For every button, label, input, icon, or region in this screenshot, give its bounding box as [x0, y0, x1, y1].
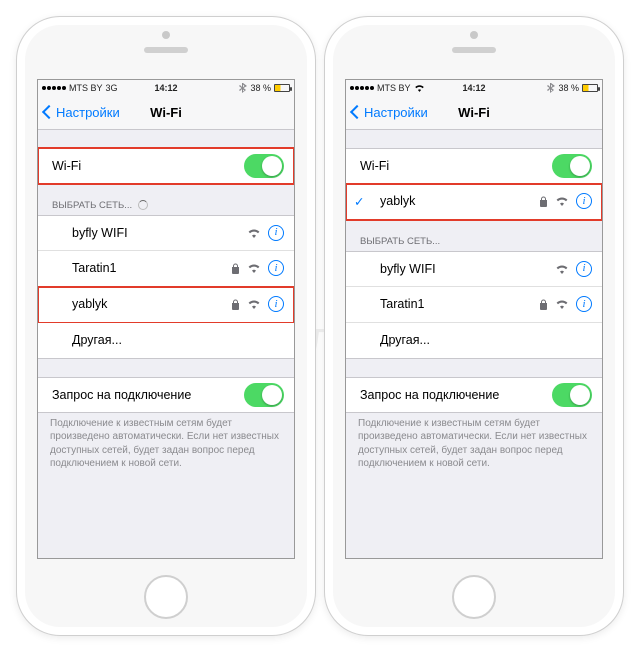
- network-row-other[interactable]: Другая...: [346, 323, 602, 359]
- ask-toggle[interactable]: [244, 383, 284, 407]
- battery-icon: [582, 84, 598, 92]
- network-other-label: Другая...: [360, 333, 592, 347]
- back-button[interactable]: Настройки: [44, 105, 120, 120]
- network-name: Taratin1: [52, 261, 231, 275]
- status-network: 3G: [106, 83, 118, 93]
- ask-footnote: Подключение к известным сетям будет прои…: [38, 413, 294, 471]
- screen-left: MTS BY 3G 14:12 38 % Настройки Wi-Fi: [37, 79, 295, 559]
- wifi-status-icon: [414, 84, 425, 92]
- network-row-other[interactable]: Другая...: [38, 323, 294, 359]
- network-info-button[interactable]: i: [268, 260, 284, 276]
- phone-camera: [470, 31, 478, 39]
- status-battery-pct: 38 %: [558, 83, 579, 93]
- network-info-button[interactable]: i: [576, 296, 592, 312]
- phone-right: MTS BY 14:12 38 % Настройки Wi-Fi: [324, 16, 624, 636]
- network-row-byfly[interactable]: byfly WIFI i: [346, 251, 602, 287]
- status-time: 14:12: [154, 83, 177, 93]
- phone-left: MTS BY 3G 14:12 38 % Настройки Wi-Fi: [16, 16, 316, 636]
- phone-camera: [162, 31, 170, 39]
- network-other-label: Другая...: [52, 333, 284, 347]
- lock-icon: [539, 196, 548, 207]
- section-choose-network: ВЫБРАТЬ СЕТЬ...: [346, 220, 602, 251]
- wifi-signal-icon: [247, 228, 261, 238]
- ask-footnote: Подключение к известным сетям будет прои…: [346, 413, 602, 471]
- back-label: Настройки: [56, 105, 120, 120]
- battery-icon: [274, 84, 290, 92]
- network-name: yablyk: [52, 297, 231, 311]
- wifi-signal-icon: [555, 264, 569, 274]
- status-bar: MTS BY 3G 14:12 38 %: [38, 80, 294, 96]
- wifi-signal-icon: [555, 196, 569, 206]
- home-button[interactable]: [144, 575, 188, 619]
- row-ask-to-join[interactable]: Запрос на подключение: [346, 377, 602, 413]
- back-button[interactable]: Настройки: [352, 105, 428, 120]
- bluetooth-icon: [547, 83, 555, 93]
- home-button[interactable]: [452, 575, 496, 619]
- network-name: Taratin1: [360, 297, 539, 311]
- row-wifi-toggle[interactable]: Wi-Fi: [346, 148, 602, 184]
- wifi-signal-icon: [555, 299, 569, 309]
- status-carrier: MTS BY: [69, 83, 103, 93]
- section-choose-network: ВЫБРАТЬ СЕТЬ...: [38, 184, 294, 215]
- nav-title: Wi-Fi: [458, 105, 490, 120]
- checkmark-icon: ✓: [354, 194, 364, 209]
- network-info-button[interactable]: i: [576, 261, 592, 277]
- spinner-icon: [138, 200, 148, 210]
- network-name: byfly WIFI: [52, 226, 247, 240]
- phone-speaker: [144, 47, 188, 53]
- wifi-signal-icon: [247, 299, 261, 309]
- signal-dots-icon: [42, 86, 66, 90]
- status-carrier: MTS BY: [377, 83, 411, 93]
- nav-title: Wi-Fi: [150, 105, 182, 120]
- chevron-left-icon: [42, 105, 56, 119]
- settings-content: Wi-Fi ВЫБРАТЬ СЕТЬ... byfly WIFI i Tarat…: [38, 130, 294, 558]
- network-name: yablyk: [360, 194, 539, 208]
- ask-label: Запрос на подключение: [52, 388, 244, 402]
- screen-right: MTS BY 14:12 38 % Настройки Wi-Fi: [345, 79, 603, 559]
- network-name: byfly WIFI: [360, 262, 555, 276]
- lock-icon: [539, 299, 548, 310]
- status-bar: MTS BY 14:12 38 %: [346, 80, 602, 96]
- ask-label: Запрос на подключение: [360, 388, 552, 402]
- wifi-toggle[interactable]: [552, 154, 592, 178]
- network-info-button[interactable]: i: [268, 296, 284, 312]
- phone-speaker: [452, 47, 496, 53]
- wifi-toggle[interactable]: [244, 154, 284, 178]
- row-wifi-label: Wi-Fi: [360, 159, 552, 173]
- status-battery-pct: 38 %: [250, 83, 271, 93]
- network-info-button[interactable]: i: [268, 225, 284, 241]
- row-ask-to-join[interactable]: Запрос на подключение: [38, 377, 294, 413]
- lock-icon: [231, 299, 240, 310]
- row-wifi-toggle[interactable]: Wi-Fi: [38, 148, 294, 184]
- network-row-connected-yablyk[interactable]: ✓ yablyk i: [346, 184, 602, 220]
- network-row-byfly[interactable]: byfly WIFI i: [38, 215, 294, 251]
- network-row-yablyk[interactable]: yablyk i: [38, 287, 294, 323]
- nav-bar: Настройки Wi-Fi: [38, 96, 294, 130]
- network-info-button[interactable]: i: [576, 193, 592, 209]
- nav-bar: Настройки Wi-Fi: [346, 96, 602, 130]
- settings-content: Wi-Fi ✓ yablyk i ВЫБРАТЬ СЕТЬ...: [346, 130, 602, 558]
- network-row-taratin1[interactable]: Taratin1 i: [346, 287, 602, 323]
- network-row-taratin1[interactable]: Taratin1 i: [38, 251, 294, 287]
- back-label: Настройки: [364, 105, 428, 120]
- status-time: 14:12: [462, 83, 485, 93]
- signal-dots-icon: [350, 86, 374, 90]
- lock-icon: [231, 263, 240, 274]
- chevron-left-icon: [350, 105, 364, 119]
- ask-toggle[interactable]: [552, 383, 592, 407]
- wifi-signal-icon: [247, 263, 261, 273]
- row-wifi-label: Wi-Fi: [52, 159, 244, 173]
- bluetooth-icon: [239, 83, 247, 93]
